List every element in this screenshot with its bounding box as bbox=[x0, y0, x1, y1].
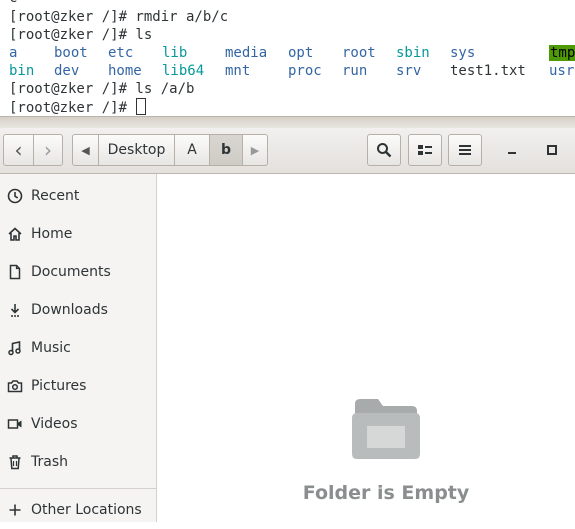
ls-entry: dev bbox=[54, 63, 80, 79]
sidebar-item-trash[interactable]: Trash bbox=[0, 443, 156, 481]
plus-icon bbox=[7, 502, 23, 518]
ls-entry: lib64 bbox=[162, 63, 205, 79]
ls-entry: test1.txt bbox=[450, 63, 526, 79]
terminal-cursor bbox=[136, 98, 147, 115]
pathbar-scroll-left-button[interactable]: ◀ bbox=[72, 134, 99, 166]
hamburger-menu-icon bbox=[459, 145, 471, 155]
minimize-icon bbox=[508, 152, 516, 154]
view-toggle-button[interactable] bbox=[408, 134, 442, 166]
home-icon bbox=[7, 226, 23, 242]
video-icon bbox=[7, 416, 23, 432]
pathbar-a[interactable]: A bbox=[174, 134, 210, 166]
sidebar: Recent Home Documents Downloads Music Pi… bbox=[0, 174, 157, 522]
back-button[interactable]: ‹ bbox=[3, 134, 34, 166]
chevron-right-icon: › bbox=[44, 138, 52, 162]
sidebar-item-label: Other Locations bbox=[31, 502, 142, 518]
trash-icon bbox=[7, 454, 23, 470]
caret-left-icon: ◀ bbox=[81, 143, 90, 157]
chevron-left-icon: ‹ bbox=[14, 138, 23, 162]
terminal-prompt: [root@zker /]# bbox=[9, 98, 147, 116]
sidebar-item-label: Music bbox=[31, 340, 71, 356]
music-icon bbox=[7, 340, 23, 356]
ls-entry: usr bbox=[549, 63, 575, 79]
grid-view-icon bbox=[418, 145, 432, 155]
ls-entry: sbin bbox=[396, 45, 430, 61]
sidebar-item-label: Documents bbox=[31, 264, 111, 280]
camera-icon bbox=[7, 378, 23, 394]
sidebar-item-label: Videos bbox=[31, 416, 78, 432]
sidebar-item-videos[interactable]: Videos bbox=[0, 405, 156, 443]
sidebar-item-label: Recent bbox=[31, 188, 80, 204]
download-icon bbox=[7, 302, 23, 318]
sidebar-item-downloads[interactable]: Downloads bbox=[0, 291, 156, 329]
file-manager-window: ‹ › ◀ Desktop A b ▶ Recent Home Document… bbox=[0, 128, 575, 522]
prompt-text: [root@zker /]# bbox=[9, 100, 136, 116]
terminal-line-ls-ab: [root@zker /]# ls /a/b bbox=[9, 81, 195, 97]
pathbar-scroll-right-button[interactable]: ▶ bbox=[242, 134, 268, 166]
sidebar-item-music[interactable]: Music bbox=[0, 329, 156, 367]
pathbar-desktop[interactable]: Desktop bbox=[98, 134, 175, 166]
clock-icon bbox=[7, 188, 23, 204]
sidebar-item-label: Home bbox=[31, 226, 73, 242]
ls-entry-tmp: tmp bbox=[549, 45, 575, 61]
maximize-icon bbox=[547, 145, 557, 155]
ls-entry: media bbox=[225, 45, 268, 61]
minimize-button[interactable] bbox=[498, 134, 526, 166]
maximize-button[interactable] bbox=[538, 134, 566, 166]
terminal-line-ls: [root@zker /]# ls bbox=[9, 27, 153, 43]
search-button[interactable] bbox=[367, 134, 401, 166]
ls-entry: run bbox=[342, 63, 368, 79]
sidebar-item-pictures[interactable]: Pictures bbox=[0, 367, 156, 405]
search-icon bbox=[377, 143, 392, 158]
header-bar: ‹ › ◀ Desktop A b ▶ bbox=[0, 128, 575, 174]
empty-folder-message: Folder is Empty bbox=[302, 482, 470, 504]
folder-empty-icon bbox=[352, 399, 420, 459]
ls-entry: a bbox=[9, 45, 18, 61]
ls-entry: proc bbox=[288, 63, 322, 79]
terminal-window[interactable]: c [root@zker /]# rmdir a/b/c [root@zker … bbox=[0, 0, 575, 120]
sidebar-separator bbox=[0, 488, 156, 489]
pathbar-b[interactable]: b bbox=[209, 134, 243, 166]
ls-entry: mnt bbox=[225, 63, 251, 79]
caret-right-icon: ▶ bbox=[250, 143, 260, 157]
ls-entry: home bbox=[108, 63, 142, 79]
terminal-line-partial: c bbox=[9, 0, 17, 7]
ls-entry: lib bbox=[162, 45, 188, 61]
ls-entry: opt bbox=[288, 45, 314, 61]
file-view[interactable]: Folder is Empty bbox=[157, 174, 575, 522]
ls-entry: sys bbox=[450, 45, 476, 61]
sidebar-item-label: Pictures bbox=[31, 378, 87, 394]
terminal-line-rmdir: [root@zker /]# rmdir a/b/c bbox=[9, 9, 229, 25]
menu-button[interactable] bbox=[448, 134, 482, 166]
sidebar-item-other-locations[interactable]: Other Locations bbox=[0, 491, 156, 529]
ls-entry: etc bbox=[108, 45, 134, 61]
ls-entry: srv bbox=[396, 63, 422, 79]
sidebar-item-home[interactable]: Home bbox=[0, 215, 156, 253]
ls-entry: bin bbox=[9, 63, 35, 79]
sidebar-item-recent[interactable]: Recent bbox=[0, 177, 156, 215]
sidebar-item-label: Downloads bbox=[31, 302, 108, 318]
ls-entry: boot bbox=[54, 45, 88, 61]
sidebar-item-documents[interactable]: Documents bbox=[0, 253, 156, 291]
ls-entry: root bbox=[342, 45, 376, 61]
forward-button[interactable]: › bbox=[33, 134, 63, 166]
sidebar-item-label: Trash bbox=[31, 454, 68, 470]
document-icon bbox=[7, 264, 23, 280]
